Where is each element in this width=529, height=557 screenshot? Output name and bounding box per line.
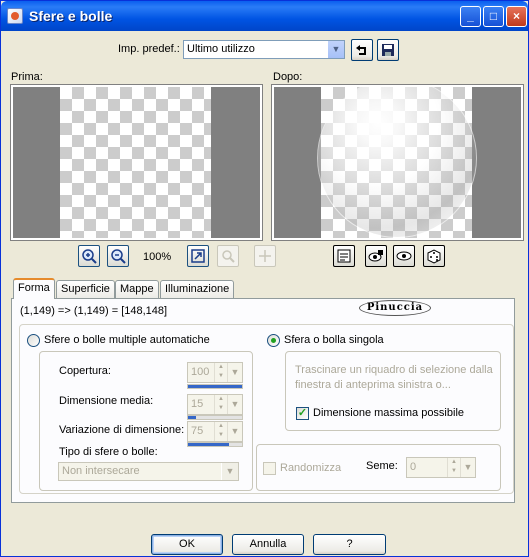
zoom-actual-icon <box>222 250 235 263</box>
size-variation-slider[interactable] <box>187 442 243 447</box>
save-preset-button[interactable] <box>377 39 399 61</box>
tab-superficie[interactable]: Superficie <box>56 280 115 298</box>
after-preview-label: Dopo: <box>273 71 303 83</box>
size-variation-slider-fill <box>188 443 229 446</box>
chevron-down-icon[interactable]: ▼ <box>460 458 475 477</box>
magnifier-minus-icon <box>111 249 126 264</box>
avg-size-value: 15 <box>191 398 204 410</box>
size-variation-spinner[interactable]: 75 ▲ ▼ ▼ <box>187 421 243 442</box>
sphere-type-label: Tipo di sfere o bolle: <box>59 446 158 458</box>
max-size-label[interactable]: Dimensione massima possibile <box>313 407 464 419</box>
after-preview[interactable] <box>271 84 524 241</box>
proof-button[interactable] <box>365 245 387 267</box>
coverage-slider[interactable] <box>187 384 243 389</box>
chevron-down-icon[interactable]: ▼ <box>227 363 242 382</box>
coverage-label: Copertura: <box>59 365 111 377</box>
tab-illuminazione[interactable]: Illuminazione <box>160 280 235 298</box>
max-size-checkbox[interactable]: ✓ <box>296 407 309 420</box>
list-layout-icon <box>337 249 351 263</box>
sphere-type-value: Non intersecare <box>62 465 140 477</box>
fit-window-icon <box>191 249 205 263</box>
pan-button[interactable] <box>254 245 276 267</box>
presets-value: Ultimo utilizzo <box>187 43 255 55</box>
move-cross-icon <box>259 250 271 262</box>
coverage-slider-fill <box>188 385 242 388</box>
coverage-spinner[interactable]: 100 ▲ ▼ ▼ <box>187 362 243 383</box>
chevron-down-icon[interactable]: ▼ <box>327 41 344 58</box>
avg-size-spinner[interactable]: 15 ▲ ▼ ▼ <box>187 394 243 415</box>
dice-icon <box>427 249 441 264</box>
single-mode-radio[interactable] <box>267 334 280 347</box>
seed-spinner[interactable]: 0 ▲ ▼ ▼ <box>406 457 476 478</box>
floppy-disk-icon <box>382 44 394 56</box>
avg-size-label: Dimensione media: <box>59 395 154 407</box>
size-variation-value: 75 <box>191 425 204 437</box>
spin-arrows-icon[interactable]: ▲ ▼ <box>214 422 227 441</box>
auto-mode-label[interactable]: Sfere o bolle multiple automatiche <box>44 334 210 346</box>
zoom-to-actual-button[interactable] <box>217 245 239 267</box>
single-mode-label[interactable]: Sfera o bolla singola <box>284 334 384 346</box>
maximize-button[interactable]: □ <box>483 6 504 27</box>
zoom-level: 100% <box>143 251 172 263</box>
spin-arrows-icon[interactable]: ▲ ▼ <box>214 395 227 414</box>
help-button[interactable]: ? <box>313 534 386 555</box>
auto-mode-radio[interactable] <box>27 334 40 347</box>
zoom-out-button[interactable] <box>107 245 129 267</box>
layout-toggle-button[interactable] <box>333 245 355 267</box>
close-button[interactable]: × <box>506 6 527 27</box>
chevron-down-icon[interactable]: ▼ <box>227 422 242 441</box>
coordinates-readout: (1,149) => (1,149) = [148,148] <box>20 305 168 317</box>
window-title: Sfere e bolle <box>29 8 113 24</box>
title-bar[interactable]: Sfere e bolle _ □ × <box>1 1 528 31</box>
author-logo: Pinuccia <box>359 300 431 316</box>
undo-arrow-icon <box>356 45 366 55</box>
single-mode-instructions: Trascinare un riquadro di selezione dall… <box>295 364 493 391</box>
seed-value: 0 <box>410 461 417 473</box>
tab-forma[interactable]: Forma <box>13 278 55 299</box>
zoom-to-fit-button[interactable] <box>187 245 209 267</box>
dialog-window: Sfere e bolle _ □ × Imp. predef.: Ultimo… <box>0 0 529 557</box>
spin-arrows-icon[interactable]: ▲ ▼ <box>447 458 460 477</box>
coverage-value: 100 <box>191 366 210 378</box>
randomize-checkbox[interactable] <box>263 462 276 475</box>
size-variation-label: Variazione di dimensione: <box>59 424 185 436</box>
reset-preset-button[interactable] <box>351 39 373 61</box>
minimize-button[interactable]: _ <box>460 6 481 27</box>
eye-icon <box>396 251 412 261</box>
cancel-button[interactable]: Annulla <box>232 534 304 555</box>
avg-size-slider-fill <box>188 416 197 419</box>
randomize-button[interactable] <box>423 245 445 267</box>
presets-label: Imp. predef.: <box>118 43 180 55</box>
zoom-in-button[interactable] <box>78 245 100 267</box>
chevron-down-icon[interactable]: ▼ <box>227 395 242 414</box>
sphere-type-select[interactable]: Non intersecare ▼ <box>58 462 239 481</box>
transparency-checkerboard <box>60 87 211 238</box>
tab-mappe[interactable]: Mappe <box>115 280 159 298</box>
sphere-preview <box>318 87 476 237</box>
ok-button[interactable]: OK <box>151 534 223 555</box>
eye-lock-icon <box>368 250 383 262</box>
app-icon <box>7 8 23 24</box>
auto-proof-button[interactable] <box>393 245 415 267</box>
avg-size-slider[interactable] <box>187 415 243 420</box>
magnifier-plus-icon <box>82 249 97 264</box>
presets-select[interactable]: Ultimo utilizzo ▼ <box>183 40 345 59</box>
before-preview[interactable] <box>10 84 263 241</box>
spin-arrows-icon[interactable]: ▲ ▼ <box>214 363 227 382</box>
chevron-down-icon[interactable]: ▼ <box>221 463 238 480</box>
randomize-label[interactable]: Randomizza <box>280 462 341 474</box>
seed-label: Seme: <box>366 460 398 472</box>
before-preview-label: Prima: <box>11 71 43 83</box>
